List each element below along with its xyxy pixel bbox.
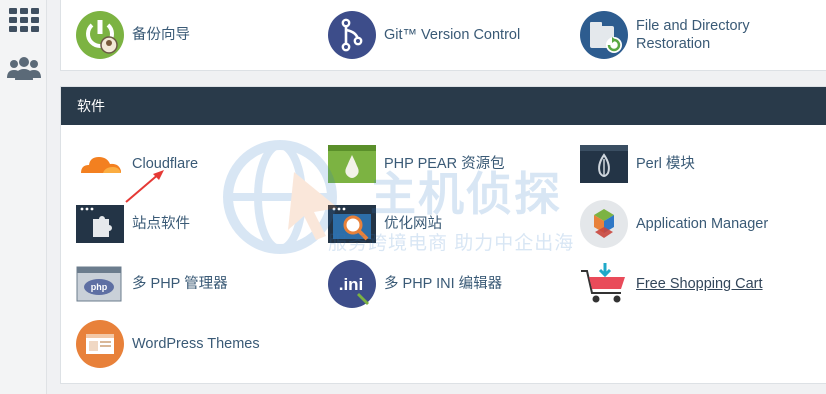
item-label: 备份向导: [132, 27, 190, 43]
php-pear-icon: [328, 145, 376, 183]
app-manager-icon: [580, 200, 628, 248]
cloudflare-icon: [81, 157, 121, 173]
backup-wizard-link[interactable]: 备份向导: [75, 9, 190, 61]
svg-text:php: php: [91, 282, 108, 292]
files-panel: 备份向导 Git™ Version Control File and Direc…: [60, 0, 826, 71]
section-header[interactable]: 软件: [61, 87, 826, 125]
perl-modules-link[interactable]: Perl 模块: [579, 138, 695, 190]
svg-text:.ini: .ini: [339, 275, 364, 294]
item-label: PHP PEAR 资源包: [384, 156, 505, 172]
optimize-website-link[interactable]: 优化网站: [327, 198, 442, 250]
restore-icon: [580, 11, 628, 59]
software-panel: 软件 Cloudflare PHP PEAR 资源包 Perl 模块 站点软件 …: [60, 86, 826, 384]
php-ini-icon: .ini: [328, 260, 376, 308]
multiphp-icon: php: [76, 266, 122, 302]
php-pear-link[interactable]: PHP PEAR 资源包: [327, 138, 505, 190]
free-shopping-cart-link[interactable]: Free Shopping Cart: [579, 258, 763, 310]
grid-icon[interactable]: [9, 8, 39, 32]
item-label: Free Shopping Cart: [636, 276, 763, 292]
perl-icon: [580, 145, 628, 183]
multiphp-ini-editor-link[interactable]: .ini 多 PHP INI 编辑器: [327, 258, 502, 310]
site-software-icon: [76, 205, 124, 243]
item-label: Perl 模块: [636, 156, 695, 172]
item-label: WordPress Themes: [132, 336, 260, 352]
left-sidebar: [0, 0, 47, 394]
item-label: File and Directory Restoration: [636, 18, 750, 52]
users-icon[interactable]: [6, 56, 42, 80]
git-icon: [328, 11, 376, 59]
item-label: 站点软件: [132, 216, 190, 232]
item-label: 多 PHP INI 编辑器: [384, 276, 503, 292]
item-label: Application Manager: [636, 216, 769, 232]
backup-wizard-icon: [76, 11, 124, 59]
file-directory-restoration-link[interactable]: File and Directory Restoration: [579, 9, 776, 61]
item-label: 多 PHP 管理器: [132, 276, 228, 292]
item-label: 优化网站: [384, 216, 442, 232]
git-version-control-link[interactable]: Git™ Version Control: [327, 9, 520, 61]
item-label: Git™ Version Control: [384, 27, 521, 43]
optimize-icon: [328, 205, 376, 243]
annotation-arrow-icon: [125, 170, 164, 203]
application-manager-link[interactable]: Application Manager: [579, 198, 768, 250]
shopping-cart-icon: [581, 263, 625, 303]
wordpress-themes-icon: [76, 320, 124, 368]
wordpress-themes-link[interactable]: WordPress Themes: [75, 318, 260, 370]
multiphp-manager-link[interactable]: php 多 PHP 管理器: [75, 258, 228, 310]
